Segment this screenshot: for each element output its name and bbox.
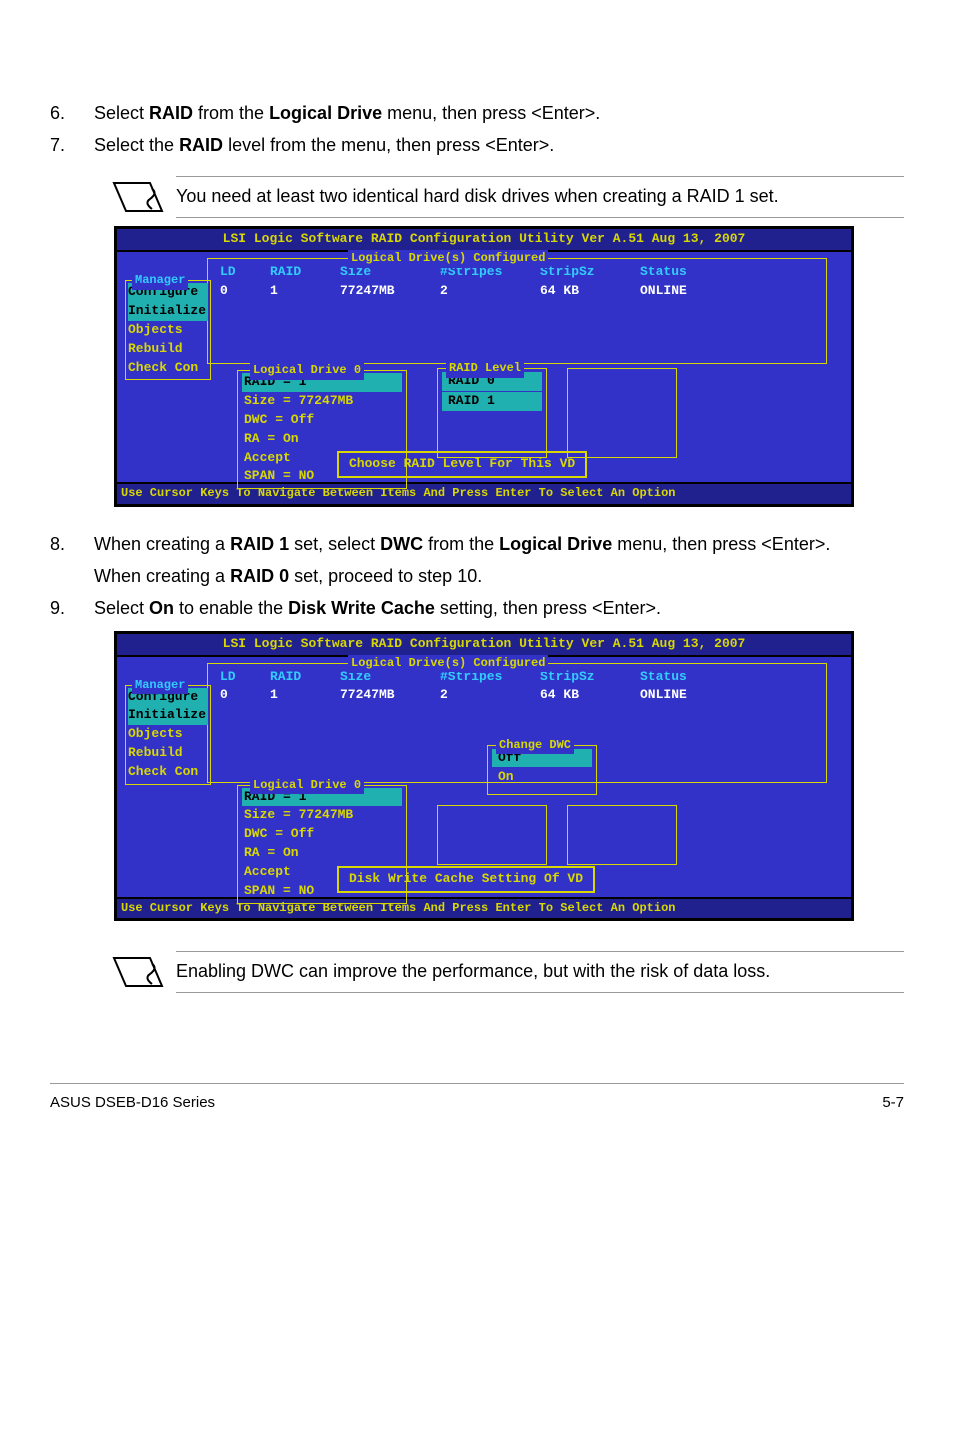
- footer-product: ASUS DSEB-D16 Series: [50, 1092, 215, 1114]
- note-icon: [110, 954, 166, 990]
- step-number: 7.: [50, 132, 94, 158]
- empty-panel: [567, 368, 677, 458]
- step-6: 6. Select RAID from the Logical Drive me…: [50, 100, 904, 126]
- bios-title: LSI Logic Software RAID Configuration Ut…: [117, 229, 851, 252]
- bios-screenshot-1: LSI Logic Software RAID Configuration Ut…: [114, 226, 854, 506]
- menu-item-check[interactable]: Check Con: [128, 359, 208, 378]
- panel-logical-drives: Logical Drive(s) Configured LD RAID Size…: [207, 258, 827, 364]
- menu-item-objects[interactable]: Objects: [128, 321, 208, 340]
- step-9: 9. Select On to enable the Disk Write Ca…: [50, 595, 904, 621]
- menu-item-rebuild[interactable]: Rebuild: [128, 340, 208, 359]
- note-1: You need at least two identical hard dis…: [110, 176, 904, 218]
- step-text: Select On to enable the Disk Write Cache…: [94, 595, 904, 621]
- table-row: 0 1 77247MB 2 64 KB ONLINE: [214, 282, 820, 301]
- menu-item-initialize[interactable]: Initialize: [128, 302, 208, 321]
- step-text: Select RAID from the Logical Drive menu,…: [94, 100, 904, 126]
- step-text: Select the RAID level from the menu, the…: [94, 132, 904, 158]
- footer-page-number: 5-7: [882, 1092, 904, 1114]
- raid-opt-1[interactable]: RAID 1: [442, 392, 542, 411]
- bios-title: LSI Logic Software RAID Configuration Ut…: [117, 634, 851, 657]
- table-row: 0 1 77247MB 2 64 KB ONLINE: [214, 686, 820, 705]
- step-number: 8.: [50, 531, 94, 589]
- panel-legend: Logical Drive(s) Configured: [348, 250, 548, 267]
- step-8: 8. When creating a RAID 1 set, select DW…: [50, 531, 904, 589]
- raid-level-menu[interactable]: RAID Level RAID 0 RAID 1: [437, 368, 547, 458]
- ld-item-ra[interactable]: RA = On: [242, 844, 402, 863]
- menu-item-objects[interactable]: Objects: [128, 725, 208, 744]
- menu-item-rebuild[interactable]: Rebuild: [128, 744, 208, 763]
- note-2: Enabling DWC can improve the performance…: [110, 951, 904, 993]
- empty-panel: [567, 805, 677, 865]
- ld-item-ra[interactable]: RA = On: [242, 430, 402, 449]
- ld-item-size[interactable]: Size = 77247MB: [242, 806, 402, 825]
- ld-item-dwc[interactable]: DWC = Off: [242, 825, 402, 844]
- ld-item-size[interactable]: Size = 77247MB: [242, 392, 402, 411]
- bios-screenshot-2: LSI Logic Software RAID Configuration Ut…: [114, 631, 854, 921]
- step-7: 7. Select the RAID level from the menu, …: [50, 132, 904, 158]
- note-text: You need at least two identical hard dis…: [176, 176, 904, 218]
- dwc-opt-on[interactable]: On: [492, 768, 592, 787]
- bios-footer: Use Cursor Keys To Navigate Between Item…: [117, 482, 851, 503]
- menu-item-initialize[interactable]: Initialize: [128, 706, 208, 725]
- change-dwc-menu[interactable]: Change DWC Off On: [487, 745, 597, 795]
- status-message: Choose RAID Level For This VD: [337, 451, 587, 478]
- step-number: 6.: [50, 100, 94, 126]
- empty-panel: [437, 805, 547, 865]
- note-icon: [110, 179, 166, 215]
- bios-footer: Use Cursor Keys To Navigate Between Item…: [117, 897, 851, 918]
- manager-menu[interactable]: Manager Configure Initialize Objects Reb…: [125, 280, 211, 380]
- status-message: Disk Write Cache Setting Of VD: [337, 866, 595, 893]
- step-number: 9.: [50, 595, 94, 621]
- manager-menu[interactable]: Manager Configure Initialize Objects Reb…: [125, 685, 211, 785]
- page-footer: ASUS DSEB-D16 Series 5-7: [50, 1083, 904, 1134]
- ld-item-dwc[interactable]: DWC = Off: [242, 411, 402, 430]
- menu-item-check[interactable]: Check Con: [128, 763, 208, 782]
- step-text: When creating a RAID 1 set, select DWC f…: [94, 531, 904, 589]
- note-text: Enabling DWC can improve the performance…: [176, 951, 904, 993]
